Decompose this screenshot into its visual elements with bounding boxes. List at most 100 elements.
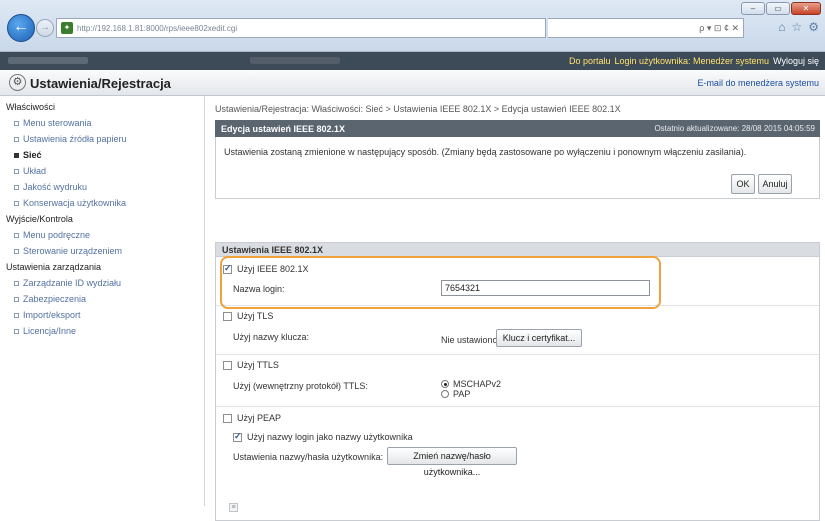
use-ttls-row[interactable]: Użyj TTLS [223,360,279,370]
sidebar-item-label: Sieć [23,150,42,160]
sidebar-item-device-control[interactable]: Sterowanie urządzeniem [0,243,204,259]
sidebar-item-label: Licencja/Inne [23,326,77,336]
radio-pap[interactable] [441,390,449,398]
panel-header: Edycja ustawień IEEE 802.1X Ostatnio akt… [215,120,820,137]
page-title: Ustawienia/Rejestracja [30,76,171,91]
panel-body: Ustawienia zostaną zmienione w następują… [215,137,820,199]
settings-gear-icon[interactable]: ⚙ [808,20,819,34]
close-window-button[interactable]: ✕ [791,2,821,15]
sidebar-item-import-export[interactable]: Import/eksport [0,307,204,323]
use-tls-row[interactable]: Użyj TLS [223,311,273,321]
sidebar: Właściwości Menu sterowania Ustawienia ź… [0,96,205,506]
cancel-button[interactable]: Anuluj [758,174,792,194]
use-login-as-username-checkbox[interactable] [233,431,242,442]
bullet-icon [14,232,19,238]
address-bar[interactable]: ✦ http://192.168.1.81:8000/rps/ieee802xe… [56,18,546,38]
bullet-icon [14,120,19,126]
key-cert-button[interactable]: Klucz i certyfikat... [496,329,582,347]
last-updated: Ostatnio aktualizowane: 28/08 2015 04:05… [654,124,815,133]
address-bar-controls[interactable]: ρ ▾ ⊡ ¢ ✕ [548,18,744,38]
use-tls-checkbox[interactable] [223,311,232,321]
sidebar-item-label: Ustawienia źródła papieru [23,134,127,144]
sidebar-item-security[interactable]: Zabezpieczenia [0,291,204,307]
sidebar-item-label: Konserwacja użytkownika [23,198,127,208]
ttls-option-mschapv2[interactable]: MSCHAPv2 [441,379,501,389]
sidebar-item-print-quality[interactable]: Jakość wydruku [0,179,204,195]
forward-arrow-icon[interactable]: → [36,19,54,37]
sidebar-item-label: Sterowanie urządzeniem [23,246,123,256]
sidebar-item-license-other[interactable]: Licencja/Inne [0,323,204,339]
radio-mschapv2-label: MSCHAPv2 [453,379,502,389]
panel-title: Edycja ustawień IEEE 802.1X [221,124,346,134]
device-info-blurred [250,57,340,64]
use-ttls-checkbox[interactable] [223,360,232,370]
portal-link[interactable]: Do portalu [569,56,611,66]
user-pass-settings-label: Ustawienia nazwy/hasła użytkownika: [233,452,384,462]
sidebar-item-label: Zabezpieczenia [23,294,87,304]
minimize-button[interactable]: – [741,2,765,15]
maximize-button[interactable]: ▭ [766,2,790,15]
sidebar-item-paper-source[interactable]: Ustawienia źródła papieru [0,131,204,147]
bullet-icon [14,152,19,158]
bullet-icon [14,328,19,334]
sidebar-item-control-menu[interactable]: Menu sterowania [0,115,204,131]
home-icon[interactable]: ⌂ [778,20,785,34]
gear-icon: ⚙ [9,74,26,91]
use-login-as-username-row[interactable]: Użyj nazwy login jako nazwy użytkownika [233,431,413,442]
page-top-icon[interactable]: ≡ [229,503,238,512]
ttls-protocol-label: Użyj (wewnętrzny protokół) TTLS: [233,381,368,391]
use-login-as-username-label: Użyj nazwy login jako nazwy użytkownika [247,432,413,442]
sidebar-heading-properties[interactable]: Właściwości [0,99,204,115]
browser-toolbar-icons: ⌂ ☆ ⚙ [778,20,819,34]
info-message: Ustawienia zostaną zmienione w następują… [224,147,747,157]
window-buttons: – ▭ ✕ [741,2,821,15]
highlight-frame [220,256,661,309]
sidebar-item-utility-menu[interactable]: Menu podręczne [0,227,204,243]
use-tls-label: Użyj TLS [237,311,274,321]
address-url: http://192.168.1.81:8000/rps/ieee802xedi… [77,23,238,33]
sidebar-item-label: Menu sterowania [23,118,92,128]
ttls-option-pap[interactable]: PAP [441,389,470,399]
mail-admin-link[interactable]: E-mail do menedżera systemu [697,78,819,88]
site-icon: ✦ [61,22,73,34]
sidebar-item-label: Import/eksport [23,310,81,320]
bullet-icon [14,248,19,254]
sidebar-item-label: Zarządzanie ID wydziału [23,278,122,288]
ok-button[interactable]: OK [731,174,755,194]
bullet-icon [14,280,19,286]
use-peap-label: Użyj PEAP [237,413,282,423]
sidebar-item-network[interactable]: Sieć [0,147,204,163]
key-name-value: Nie ustawiono [441,335,498,345]
radio-pap-label: PAP [453,389,471,399]
top-links: Do portalu Login użytkownika: Menedżer s… [569,56,819,66]
bullet-icon [14,168,19,174]
sidebar-item-user-maintenance[interactable]: Konserwacja użytkownika [0,195,204,211]
bullet-icon [14,312,19,318]
divider [216,354,819,355]
use-peap-row[interactable]: Użyj PEAP [223,413,281,423]
key-name-label: Użyj nazwy klucza: [233,332,310,342]
title-bar: ⚙ Ustawienia/Rejestracja E-mail do mened… [0,70,825,96]
breadcrumb: Ustawienia/Rejestracja: Właściwości: Sie… [215,104,621,114]
sidebar-item-layout[interactable]: Układ [0,163,204,179]
sidebar-heading-management[interactable]: Ustawienia zarządzania [0,259,204,275]
radio-mschapv2[interactable] [441,380,449,388]
bullet-icon [14,184,19,190]
use-peap-checkbox[interactable] [223,413,232,423]
browser-chrome: – ▭ ✕ ← → ✦ http://192.168.1.81:8000/rps… [0,0,825,52]
divider [216,406,819,407]
change-user-pass-button[interactable]: Zmień nazwę/hasło użytkownika... [387,447,517,477]
sidebar-item-label: Jakość wydruku [23,182,88,192]
sidebar-item-label: Menu podręczne [23,230,91,240]
sidebar-item-department-id[interactable]: Zarządzanie ID wydziału [0,275,204,291]
sidebar-item-label: Układ [23,166,47,176]
bullet-icon [14,200,19,206]
favorites-star-icon[interactable]: ☆ [791,20,802,34]
bullet-icon [14,136,19,142]
section-header: Ustawienia IEEE 802.1X [215,242,820,257]
sidebar-heading-output-control[interactable]: Wyjście/Kontrola [0,211,204,227]
back-arrow-icon[interactable]: ← [7,14,35,42]
login-user-label: Login użytkownika: Menedżer systemu [614,56,770,66]
bullet-icon [14,296,19,302]
logout-link[interactable]: Wyloguj się [773,56,819,66]
